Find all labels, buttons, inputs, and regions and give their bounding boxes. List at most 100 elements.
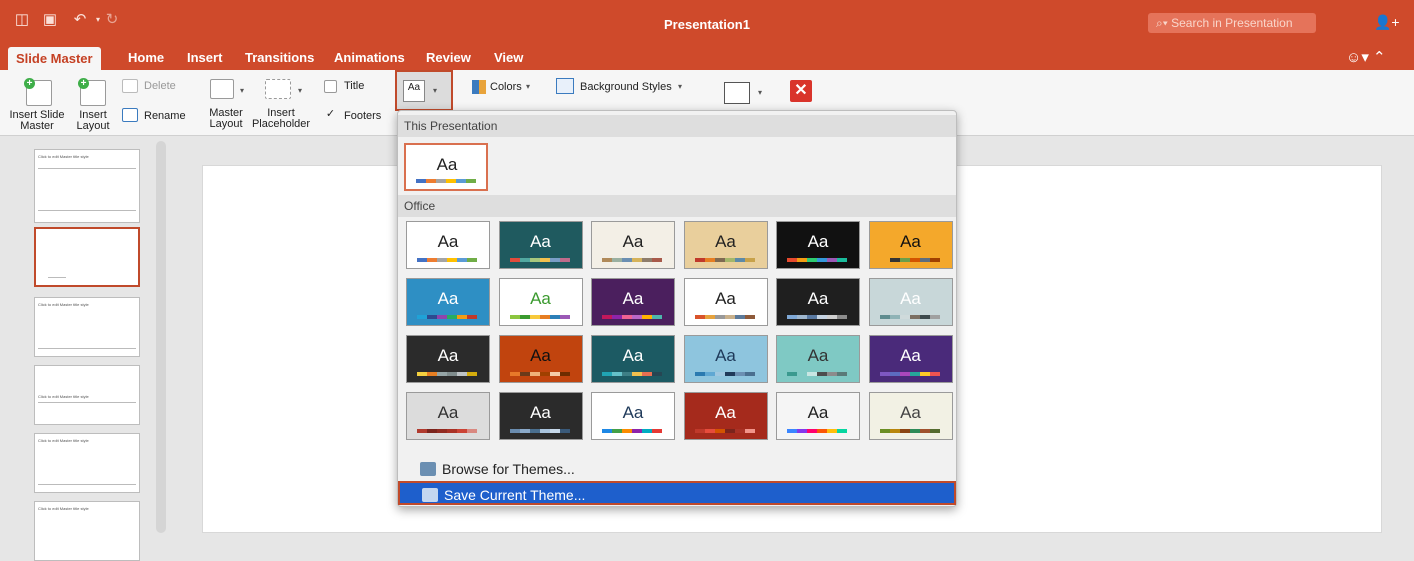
color-swatch bbox=[807, 315, 817, 319]
slide-size-icon[interactable] bbox=[724, 82, 750, 104]
footers-checkbox[interactable]: ✓ bbox=[324, 109, 337, 122]
color-swatch bbox=[714, 429, 725, 433]
chevron-down-icon[interactable]: ▾ bbox=[678, 82, 682, 91]
theme-color-swatches bbox=[417, 372, 477, 376]
master-thumbnail[interactable]: Click to edit Master title style bbox=[34, 149, 140, 223]
color-swatch bbox=[724, 258, 735, 262]
theme-thumbnail[interactable]: Aa bbox=[683, 278, 768, 326]
master-layout-icon[interactable] bbox=[210, 79, 234, 99]
tab-home[interactable]: Home bbox=[128, 50, 164, 65]
theme-thumbnail[interactable]: Aa bbox=[683, 221, 768, 269]
theme-thumbnail[interactable]: Aa bbox=[776, 392, 860, 440]
color-swatch bbox=[427, 315, 437, 319]
chevron-down-icon[interactable]: ▾ bbox=[298, 86, 302, 95]
color-swatch bbox=[817, 429, 827, 433]
master-layout-label[interactable]: Master Layout bbox=[206, 108, 246, 130]
color-swatch bbox=[457, 315, 467, 319]
layout-thumbnail[interactable]: Click to edit Master title style bbox=[34, 365, 140, 425]
add-person-icon[interactable]: 👤+ bbox=[1374, 14, 1400, 31]
tab-transitions[interactable]: Transitions bbox=[245, 50, 314, 65]
theme-thumbnail[interactable]: Aa bbox=[498, 392, 583, 440]
current-theme-thumbnail[interactable]: Aa bbox=[404, 143, 488, 191]
tab-view[interactable]: View bbox=[494, 50, 523, 65]
theme-color-swatches bbox=[602, 372, 662, 376]
theme-thumbnail[interactable]: Aa bbox=[591, 335, 675, 383]
color-swatch bbox=[817, 315, 827, 319]
theme-thumbnail[interactable]: Aa bbox=[498, 278, 583, 326]
color-swatch bbox=[797, 429, 807, 433]
browse-themes-item[interactable]: Browse for Themes... bbox=[398, 457, 956, 481]
color-swatch bbox=[919, 315, 930, 319]
theme-sample-text: Aa bbox=[437, 346, 459, 365]
tab-insert[interactable]: Insert bbox=[187, 50, 222, 65]
rename-button[interactable]: Rename bbox=[144, 111, 186, 122]
colors-button[interactable]: Colors bbox=[490, 82, 522, 93]
theme-thumbnail[interactable]: Aa bbox=[498, 335, 583, 383]
color-swatch bbox=[602, 429, 612, 433]
feedback-smiley-icon[interactable]: ☺▾ ⌃ bbox=[1346, 48, 1386, 66]
theme-thumbnail[interactable]: Aa bbox=[591, 392, 675, 440]
thumbnail-title: Click to edit Master title style bbox=[38, 154, 89, 159]
title-bar: ◫ ▣ ↶ ▾ ↻ Presentation1 ⌕▾ Search in Pre… bbox=[0, 0, 1414, 44]
color-swatch bbox=[642, 372, 652, 376]
themes-button[interactable]: Aa ▾ bbox=[395, 70, 453, 111]
color-swatch bbox=[437, 372, 447, 376]
insert-placeholder-icon[interactable] bbox=[265, 79, 291, 99]
color-swatch bbox=[787, 315, 797, 319]
theme-thumbnail[interactable]: Aa bbox=[868, 392, 953, 440]
chevron-down-icon[interactable]: ▾ bbox=[758, 88, 762, 97]
theme-thumbnail[interactable]: Aa bbox=[776, 278, 860, 326]
color-swatch bbox=[437, 258, 447, 262]
delete-button[interactable]: Delete bbox=[144, 81, 176, 92]
color-swatch bbox=[879, 258, 890, 262]
search-input[interactable]: ⌕▾ Search in Presentation bbox=[1148, 13, 1316, 33]
theme-thumbnail[interactable]: Aa bbox=[406, 335, 490, 383]
theme-color-swatches bbox=[879, 315, 940, 319]
theme-thumbnail[interactable]: Aa bbox=[683, 392, 768, 440]
color-swatch bbox=[929, 258, 940, 262]
title-checkbox[interactable] bbox=[324, 80, 337, 93]
layout-thumbnail[interactable]: Click to edit Master title style bbox=[34, 297, 140, 357]
layout-thumbnail-selected[interactable] bbox=[34, 227, 140, 287]
theme-thumbnail[interactable]: Aa bbox=[498, 221, 583, 269]
save-current-theme-item[interactable]: Save Current Theme... bbox=[398, 481, 956, 505]
layout-thumbnail[interactable]: Click to edit Master title style bbox=[34, 501, 140, 561]
theme-thumbnail[interactable]: Aa bbox=[868, 221, 953, 269]
theme-thumbnail[interactable]: Aa bbox=[776, 335, 860, 383]
color-swatch bbox=[612, 372, 622, 376]
close-master-view-icon[interactable]: ✕ bbox=[790, 80, 812, 102]
color-swatch bbox=[622, 258, 632, 262]
color-swatch bbox=[539, 315, 550, 319]
theme-thumbnail[interactable]: Aa bbox=[868, 335, 953, 383]
color-swatch bbox=[612, 315, 622, 319]
tab-review[interactable]: Review bbox=[426, 50, 471, 65]
theme-thumbnail[interactable]: Aa bbox=[406, 221, 490, 269]
title-checkbox-label: Title bbox=[344, 80, 365, 92]
theme-color-swatches bbox=[509, 372, 570, 376]
theme-thumbnail[interactable]: Aa bbox=[406, 392, 490, 440]
tab-slide-master[interactable]: Slide Master bbox=[8, 47, 101, 70]
insert-placeholder-label[interactable]: Insert Placeholder bbox=[250, 108, 312, 130]
theme-sample-text: Aa bbox=[437, 232, 459, 251]
theme-sample-text: Aa bbox=[715, 403, 736, 422]
color-swatch bbox=[787, 258, 797, 262]
sidebar-scrollbar[interactable] bbox=[156, 141, 166, 533]
theme-thumbnail[interactable]: Aa bbox=[683, 335, 768, 383]
theme-thumbnail[interactable]: Aa bbox=[776, 221, 860, 269]
theme-thumbnail[interactable]: Aa bbox=[868, 278, 953, 326]
theme-color-swatches bbox=[694, 429, 755, 433]
color-swatch bbox=[447, 258, 457, 262]
theme-thumbnail[interactable]: Aa bbox=[591, 278, 675, 326]
theme-thumbnail[interactable]: Aa bbox=[406, 278, 490, 326]
tab-animations[interactable]: Animations bbox=[334, 50, 405, 65]
chevron-down-icon[interactable]: ▾ bbox=[240, 86, 244, 95]
theme-thumbnail[interactable]: Aa bbox=[591, 221, 675, 269]
background-styles-button[interactable]: Background Styles bbox=[580, 82, 672, 93]
chevron-down-icon[interactable]: ▾ bbox=[526, 82, 530, 91]
insert-layout-label[interactable]: Insert Layout bbox=[72, 110, 114, 132]
color-swatch bbox=[909, 258, 920, 262]
theme-color-swatches bbox=[787, 372, 847, 376]
insert-slide-master-label[interactable]: Insert Slide Master bbox=[0, 110, 74, 132]
save-theme-icon bbox=[422, 488, 438, 502]
layout-thumbnail[interactable]: Click to edit Master title style bbox=[34, 433, 140, 493]
